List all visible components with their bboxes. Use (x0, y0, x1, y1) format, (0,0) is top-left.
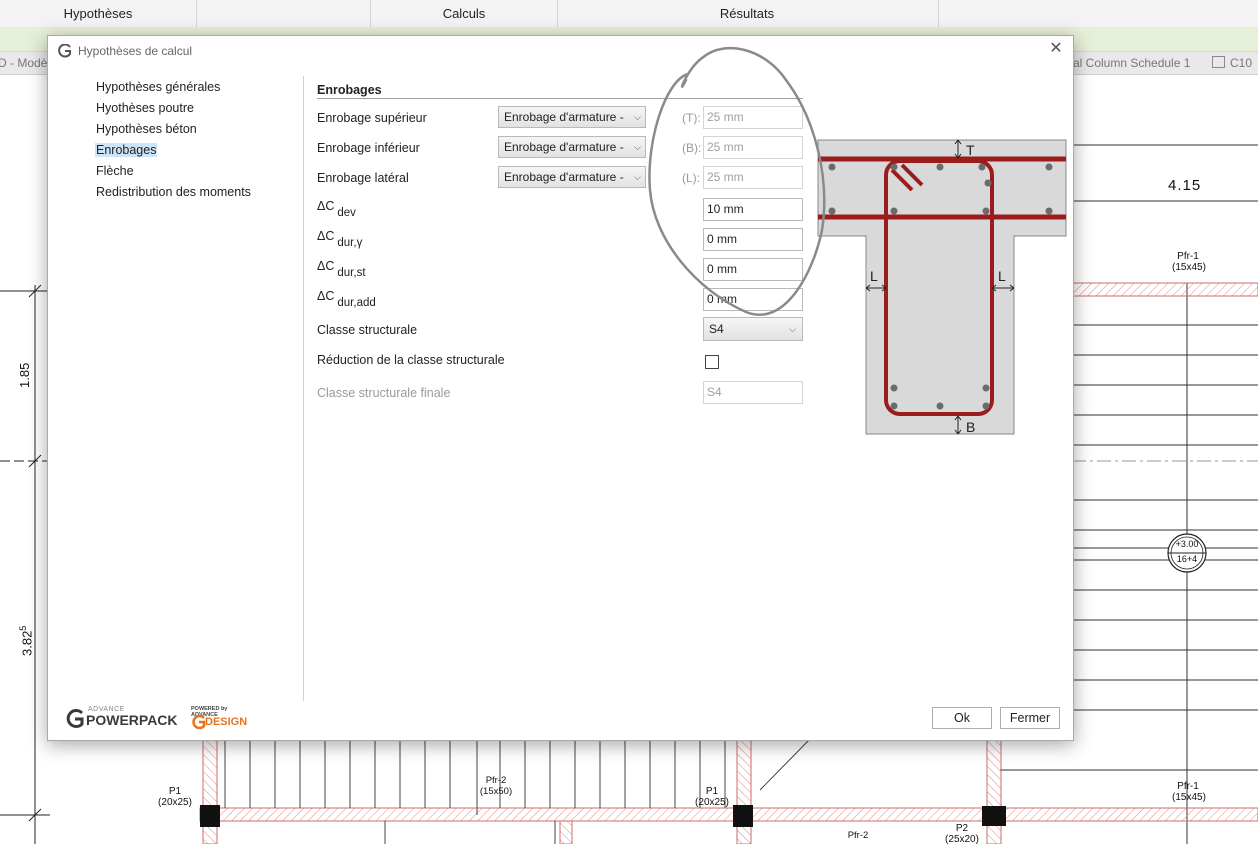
powerpack-logo-icon (66, 709, 84, 728)
nav-item-deflection[interactable]: Flèche (95, 164, 135, 178)
t-section-diagram: T B L L (817, 139, 1067, 435)
beam-label-pfr2-size: (15x50) (479, 786, 513, 797)
beam-right-vertical (986, 738, 1002, 844)
dialog-title: Hypothèses de calcul (78, 44, 193, 58)
reduction-checkbox[interactable] (705, 355, 719, 369)
side-cover-select-value: Enrobage d'armature - (504, 170, 624, 184)
beam-label-pfr2-name: Pfr-2 (485, 775, 507, 786)
sheet-icon (1212, 56, 1225, 68)
level-marker-top: +3.00 (1175, 539, 1199, 549)
diagram-label-bottom: B (966, 419, 975, 435)
reduction-label: Réduction de la classe structurale (317, 353, 505, 367)
side-cover-label: Enrobage latéral (317, 171, 409, 185)
column-label-p1-mid-size: (20x25) (695, 797, 729, 808)
beam-label-pfr2: Pfr-2 (15x50) (478, 775, 514, 797)
dimension-label-top-value: 1.85 (17, 362, 32, 388)
document-tab-left[interactable]: D - Modè (0, 56, 47, 70)
document-tab-schedule[interactable]: al Column Schedule 1 (1073, 56, 1190, 70)
beam-label-pfr2-bottom: Pfr-2 (847, 830, 869, 841)
advance-logo-icon (58, 44, 71, 58)
beam-label-pfr1-top: Pfr-1 (15x45) (1172, 251, 1206, 273)
beam-mid-vertical (736, 738, 752, 844)
freehand-annotation-icon (648, 46, 826, 316)
dimension-label-bottom-sup: 5 (18, 625, 28, 631)
nav-item-concrete[interactable]: Hypothèses béton (95, 122, 198, 136)
delta-c-dur-st-main: ΔC (317, 259, 335, 273)
delta-c-dur-st-label: ΔC dur,st (317, 259, 366, 279)
dimension-label-bottom: 3.825 (18, 626, 34, 656)
beam-pfr1-top (1071, 282, 1258, 297)
column-label-p2-size: (25x20) (945, 834, 979, 845)
column-label-p1-mid-name: P1 (705, 786, 719, 797)
bottom-cover-select[interactable]: Enrobage d'armature - ⌵ (498, 136, 646, 158)
structural-class-select-value: S4 (709, 322, 724, 336)
column-label-p2: P2 (25x20) (940, 823, 984, 845)
column-p1-mid (733, 805, 753, 827)
beam-label-pfr1-bottom: Pfr-1 (15x45) (1172, 781, 1206, 803)
column-label-p1-mid: P1 (20x25) (690, 786, 734, 808)
ok-button[interactable]: Ok (932, 707, 992, 729)
beam-label-pfr1-bottom-name: Pfr-1 (1177, 781, 1199, 792)
delta-c-dur-add-main: ΔC (317, 289, 335, 303)
diagram-label-top: T (966, 142, 975, 158)
menu-tab-resultats[interactable]: Résultats (556, 0, 939, 27)
close-icon[interactable]: ✕ (1047, 40, 1065, 58)
beam-bottom (199, 807, 1258, 822)
final-class-field[interactable]: S4 (703, 381, 803, 404)
column-p1-left (200, 805, 220, 827)
close-button[interactable]: Fermer (1000, 707, 1060, 729)
nav-item-general[interactable]: Hypothèses générales (95, 80, 221, 94)
nav-item-beam[interactable]: Hyothèses poutre (95, 101, 195, 115)
structural-class-label: Classe structurale (317, 323, 418, 337)
panel-separator (303, 76, 304, 701)
menu-tab-calculs[interactable]: Calculs (370, 0, 558, 27)
diagram-label-right: L (998, 268, 1006, 284)
beam-small-vertical (559, 820, 573, 844)
top-cover-select[interactable]: Enrobage d'armature - ⌵ (498, 106, 646, 128)
delta-c-dur-st-sub: dur,st (337, 267, 366, 279)
document-tab-c10-label: C10 (1230, 56, 1253, 70)
delta-c-dur-add-label: ΔC dur,add (317, 289, 376, 309)
column-label-p1-left-name: P1 (168, 786, 182, 797)
column-label-p2-name: P2 (955, 823, 969, 834)
nav-item-moment-redistribution[interactable]: Redistribution des moments (95, 185, 252, 199)
diagram-label-left: L (870, 268, 878, 284)
level-value-label: 4.15 (1168, 177, 1202, 194)
column-p2 (982, 806, 1006, 826)
delta-c-dur-gamma-main: ΔC (317, 229, 335, 243)
app-menu-bar: Hypothèses Calculs Résultats (0, 0, 1258, 28)
section-title: Enrobages (317, 83, 382, 97)
structural-class-select[interactable]: S4 ⌵ (703, 317, 803, 341)
design-big-text: DESIGN (205, 716, 248, 728)
top-cover-label: Enrobage supérieur (317, 111, 427, 125)
delta-c-dur-gamma-label: ΔC dur,γ (317, 229, 362, 249)
column-label-p1-left: P1 (20x25) (153, 786, 197, 808)
dimension-label-bottom-value: 3.82 (19, 630, 35, 656)
delta-c-dur-add-sub: dur,add (337, 297, 376, 309)
final-class-label: Classe structurale finale (317, 386, 451, 400)
beam-label-pfr1-bottom-size: (15x45) (1172, 792, 1206, 803)
chevron-down-icon: ⌵ (789, 324, 796, 334)
side-cover-select[interactable]: Enrobage d'armature - ⌵ (498, 166, 646, 188)
bottom-cover-select-value: Enrobage d'armature - (504, 140, 624, 154)
powerpack-big-text: POWERPACK (86, 712, 178, 728)
delta-c-dev-sub: dev (337, 207, 356, 219)
delta-c-dur-gamma-sub: dur,γ (337, 237, 363, 249)
menu-tab-hypotheses[interactable]: Hypothèses (0, 0, 197, 27)
delta-c-dev-label: ΔC dev (317, 199, 356, 219)
beam-label-pfr1-top-size: (15x45) (1172, 262, 1206, 273)
level-marker-bottom: 16+4 (1176, 554, 1198, 564)
top-cover-select-value: Enrobage d'armature - (504, 110, 624, 124)
delta-c-dev-main: ΔC (317, 199, 335, 213)
column-label-p1-left-size: (20x25) (158, 797, 192, 808)
bottom-cover-label: Enrobage inférieur (317, 141, 420, 155)
nav-item-covers[interactable]: Enrobages (95, 143, 158, 157)
beam-left-vertical (202, 738, 218, 844)
beam-label-pfr1-top-name: Pfr-1 (1177, 251, 1199, 262)
calculation-assumptions-dialog: Hypothèses de calcul ✕ Hypothèses généra… (47, 35, 1074, 741)
document-tab-c10[interactable]: C10 (1212, 56, 1252, 70)
